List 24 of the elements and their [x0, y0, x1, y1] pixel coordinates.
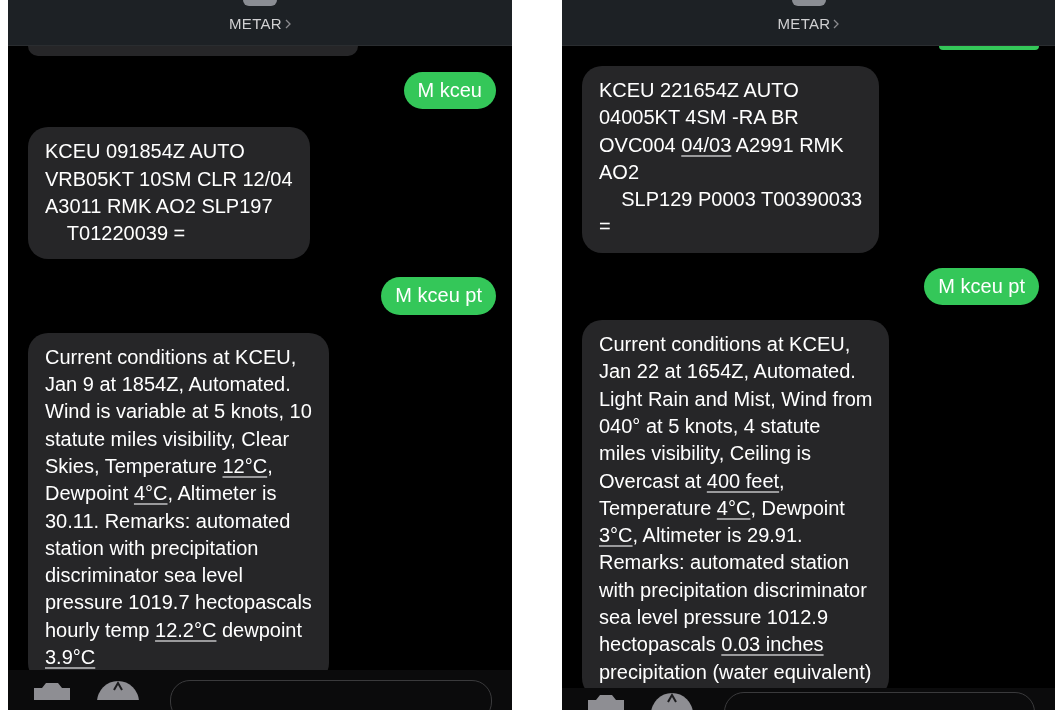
chevron-right-icon — [284, 18, 291, 29]
detected-link[interactable]: 12°C — [222, 454, 268, 477]
detected-link[interactable]: 4°C — [716, 496, 751, 519]
detected-link[interactable]: 400 feet — [706, 469, 780, 492]
chevron-right-icon — [833, 18, 840, 29]
app-store-icon[interactable] — [650, 692, 694, 710]
message-text: M kceu — [417, 78, 482, 103]
detected-link[interactable]: 0.03 inches — [721, 633, 824, 656]
message-text: Current conditions at KCEU, Jan 9 at 1854Z, Automated. Wind is variable at 5 knots, 10 statute miles visibility, Clear Skies, Temperature 12°C, Dewpoint 4°C, Altimeter is 30.11. Remarks: automated station with precipitation discriminator sea level pressure 1019.7 hectopascals hourly temp 12.2°C dewpoint 3.9°C — [45, 344, 312, 670]
detected-link[interactable]: 12.2°C — [155, 618, 217, 641]
message-text: Current conditions at KCEU, Jan 22 at 1654Z, Automated. Light Rain and Mist, Wind from 040° at 5 knots, 4 statute miles visibility, Ceiling is Overcast at 400 feet, Temperature 4°C, Dewpoint 3°C, Altimeter is 29.91. Remarks: automated station with precipitation discriminator sea level pressure 1012.9 hectopascals 0.03 inches precipitation (water equivalent) — [599, 332, 873, 685]
contact-name[interactable]: METAR — [229, 15, 282, 32]
contact-avatar[interactable] — [791, 0, 826, 6]
message-text: KCEU 091854Z AUTO VRB05KT 10SM CLR 12/04 A3011 RMK AO2 SLP197 T01220039 = — [45, 139, 293, 247]
contact-avatar[interactable] — [243, 0, 277, 6]
detected-link[interactable]: 04/03 — [681, 133, 732, 156]
detected-link[interactable]: 3.9°C — [45, 646, 96, 669]
message-text: KCEU 221654Z AUTO 04005KT 4SM -RA BR OVC004 04/03 A2991 RMK AO2 SLP129 P0003 T00390033 = — [599, 78, 863, 240]
message-text: M kceu pt — [395, 283, 482, 309]
detected-link[interactable]: 4°C — [133, 482, 168, 505]
message-text: M kceu pt — [938, 273, 1025, 299]
contact-name[interactable]: METAR — [777, 15, 831, 32]
app-store-icon[interactable] — [96, 680, 140, 700]
detected-link[interactable]: 3°C — [599, 524, 633, 547]
